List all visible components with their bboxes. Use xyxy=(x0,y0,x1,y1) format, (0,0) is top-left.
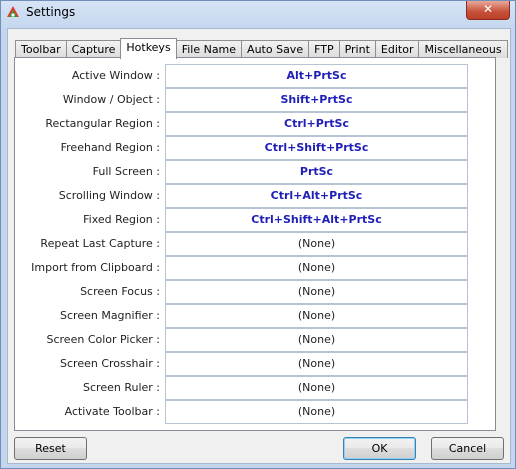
hotkey-field[interactable]: Shift+PrtSc xyxy=(165,88,468,112)
hotkey-field[interactable]: (None) xyxy=(165,376,468,400)
hotkey-row: Repeat Last Capture : (None) xyxy=(15,232,495,256)
hotkey-row: Active Window : Alt+PrtSc xyxy=(15,64,495,88)
hotkey-label: Screen Ruler : xyxy=(83,381,160,394)
tab-auto-save[interactable]: Auto Save xyxy=(241,40,310,58)
hotkey-row: Full Screen : PrtSc xyxy=(15,160,495,184)
hotkey-label: Active Window : xyxy=(71,69,160,82)
hotkey-field[interactable]: (None) xyxy=(165,328,468,352)
hotkey-field[interactable]: Ctrl+Alt+PrtSc xyxy=(165,184,468,208)
hotkey-row: Import from Clipboard : (None) xyxy=(15,256,495,280)
hotkey-field[interactable]: (None) xyxy=(165,400,468,424)
tab-ftp[interactable]: FTP xyxy=(308,40,340,58)
hotkey-row: Screen Crosshair : (None) xyxy=(15,352,495,376)
tab-hotkeys[interactable]: Hotkeys xyxy=(120,38,177,59)
hotkey-row: Rectangular Region : Ctrl+PrtSc xyxy=(15,112,495,136)
hotkey-label: Fixed Region : xyxy=(83,213,160,226)
close-button[interactable]: ✕ xyxy=(466,1,510,20)
hotkey-label: Screen Crosshair : xyxy=(60,357,160,370)
settings-window: Settings ✕ Toolbar Capture Hotkeys File … xyxy=(0,0,516,469)
hotkey-field[interactable]: (None) xyxy=(165,280,468,304)
cancel-button[interactable]: Cancel xyxy=(431,437,504,460)
tab-file-name[interactable]: File Name xyxy=(175,40,243,58)
hotkey-row: Screen Ruler : (None) xyxy=(15,376,495,400)
hotkey-field[interactable]: Ctrl+Shift+PrtSc xyxy=(165,136,468,160)
hotkey-row: Fixed Region : Ctrl+Shift+Alt+PrtSc xyxy=(15,208,495,232)
tab-strip: Toolbar Capture Hotkeys File Name Auto S… xyxy=(15,38,508,59)
tab-editor[interactable]: Editor xyxy=(374,40,420,58)
reset-button[interactable]: Reset xyxy=(14,437,87,460)
hotkey-label: Screen Magnifier : xyxy=(60,309,160,322)
hotkey-row: Window / Object : Shift+PrtSc xyxy=(15,88,495,112)
hotkey-field[interactable]: Ctrl+Shift+Alt+PrtSc xyxy=(165,208,468,232)
hotkey-row: Activate Toolbar : (None) xyxy=(15,400,495,424)
hotkey-field[interactable]: (None) xyxy=(165,304,468,328)
tab-miscellaneous[interactable]: Miscellaneous xyxy=(418,40,508,58)
hotkey-field[interactable]: Alt+PrtSc xyxy=(165,64,468,88)
hotkey-row: Screen Color Picker : (None) xyxy=(15,328,495,352)
hotkey-label: Screen Color Picker : xyxy=(46,333,161,346)
hotkey-row: Scrolling Window : Ctrl+Alt+PrtSc xyxy=(15,184,495,208)
close-icon: ✕ xyxy=(482,2,494,16)
hotkey-label: Scrolling Window : xyxy=(58,189,160,202)
hotkey-label: Screen Focus : xyxy=(80,285,160,298)
hotkey-field[interactable]: PrtSc xyxy=(165,160,468,184)
hotkey-label: Import from Clipboard : xyxy=(31,261,160,274)
hotkey-field[interactable]: (None) xyxy=(165,352,468,376)
hotkey-label: Repeat Last Capture : xyxy=(40,237,160,250)
hotkey-label: Freehand Region : xyxy=(60,141,160,154)
tab-print[interactable]: Print xyxy=(338,40,376,58)
hotkey-field[interactable]: Ctrl+PrtSc xyxy=(165,112,468,136)
dialog-client: Toolbar Capture Hotkeys File Name Auto S… xyxy=(7,28,511,464)
hotkey-field[interactable]: (None) xyxy=(165,256,468,280)
hotkey-label: Window / Object : xyxy=(62,93,160,106)
hotkey-row: Freehand Region : Ctrl+Shift+PrtSc xyxy=(15,136,495,160)
window-title: Settings xyxy=(26,5,76,19)
hotkey-label: Rectangular Region : xyxy=(45,117,160,130)
app-icon xyxy=(7,6,19,17)
tab-toolbar[interactable]: Toolbar xyxy=(15,40,67,58)
ok-button[interactable]: OK xyxy=(343,437,416,460)
tab-capture[interactable]: Capture xyxy=(65,40,122,58)
hotkey-field[interactable]: (None) xyxy=(165,232,468,256)
hotkey-label: Full Screen : xyxy=(92,165,160,178)
hotkey-row: Screen Magnifier : (None) xyxy=(15,304,495,328)
hotkeys-panel: Active Window : Alt+PrtSc Window / Object … xyxy=(14,57,496,431)
title-bar[interactable]: Settings ✕ xyxy=(1,1,515,25)
hotkey-label: Activate Toolbar : xyxy=(64,405,160,418)
hotkey-row: Screen Focus : (None) xyxy=(15,280,495,304)
